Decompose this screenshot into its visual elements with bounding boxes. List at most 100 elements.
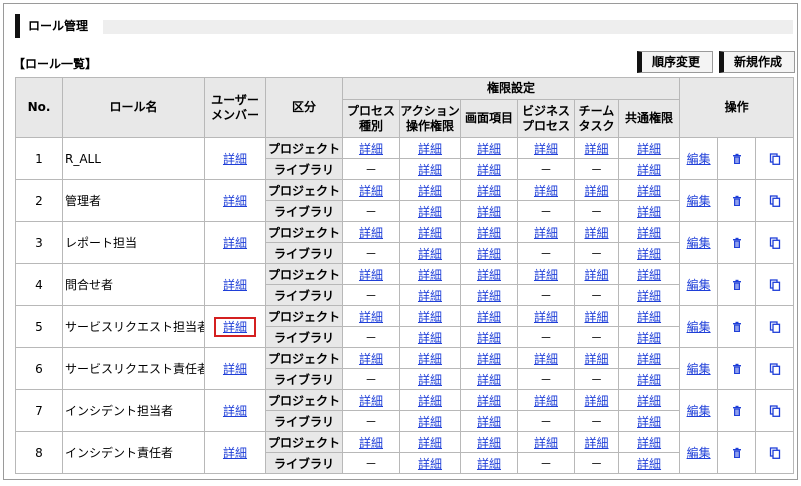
create-button[interactable]: 新規作成 xyxy=(719,51,795,73)
copy-icon[interactable] xyxy=(769,404,781,418)
team-task-project-link[interactable]: 詳細 xyxy=(584,436,608,450)
copy-icon[interactable] xyxy=(769,446,781,460)
copy-icon[interactable] xyxy=(769,320,781,334)
common-perm-library-link[interactable]: 詳細 xyxy=(637,331,661,345)
edit-link[interactable]: 編集 xyxy=(687,236,711,250)
business-process-project-link[interactable]: 詳細 xyxy=(534,394,558,408)
screen-items-library-link[interactable]: 詳細 xyxy=(477,373,501,387)
action-perm-project-link[interactable]: 詳細 xyxy=(418,268,442,282)
process-type-project-link[interactable]: 詳細 xyxy=(359,352,383,366)
business-process-project-link[interactable]: 詳細 xyxy=(534,142,558,156)
user-members-detail-link[interactable]: 詳細 xyxy=(223,404,247,418)
business-process-project-link[interactable]: 詳細 xyxy=(534,226,558,240)
copy-icon[interactable] xyxy=(769,362,781,376)
action-perm-library-link[interactable]: 詳細 xyxy=(418,163,442,177)
common-perm-project-link[interactable]: 詳細 xyxy=(637,142,661,156)
process-type-project-link[interactable]: 詳細 xyxy=(359,310,383,324)
user-members-detail-link[interactable]: 詳細 xyxy=(223,152,247,166)
common-perm-library-link[interactable]: 詳細 xyxy=(637,415,661,429)
edit-link[interactable]: 編集 xyxy=(687,320,711,334)
copy-icon[interactable] xyxy=(769,236,781,250)
business-process-project-link[interactable]: 詳細 xyxy=(534,352,558,366)
copy-icon[interactable] xyxy=(769,194,781,208)
team-task-project-link[interactable]: 詳細 xyxy=(584,268,608,282)
user-members-detail-link[interactable]: 詳細 xyxy=(223,362,247,376)
process-type-project-link[interactable]: 詳細 xyxy=(359,184,383,198)
process-type-project-link[interactable]: 詳細 xyxy=(359,394,383,408)
screen-items-library-link[interactable]: 詳細 xyxy=(477,331,501,345)
action-perm-project-link[interactable]: 詳細 xyxy=(418,436,442,450)
team-task-project-link[interactable]: 詳細 xyxy=(584,394,608,408)
team-task-project-link[interactable]: 詳細 xyxy=(584,142,608,156)
common-perm-project-link[interactable]: 詳細 xyxy=(637,268,661,282)
action-perm-project-link[interactable]: 詳細 xyxy=(418,394,442,408)
common-perm-project-link[interactable]: 詳細 xyxy=(637,394,661,408)
team-task-project-link[interactable]: 詳細 xyxy=(584,352,608,366)
screen-items-library-link[interactable]: 詳細 xyxy=(477,289,501,303)
screen-items-project-link[interactable]: 詳細 xyxy=(477,226,501,240)
edit-link[interactable]: 編集 xyxy=(687,152,711,166)
action-perm-project-link[interactable]: 詳細 xyxy=(418,310,442,324)
common-perm-library-link[interactable]: 詳細 xyxy=(637,457,661,471)
trash-icon[interactable] xyxy=(731,446,743,460)
trash-icon[interactable] xyxy=(731,362,743,376)
user-members-detail-link[interactable]: 詳細 xyxy=(223,194,247,208)
action-perm-project-link[interactable]: 詳細 xyxy=(418,184,442,198)
business-process-project-link[interactable]: 詳細 xyxy=(534,268,558,282)
common-perm-library-link[interactable]: 詳細 xyxy=(637,247,661,261)
screen-items-library-link[interactable]: 詳細 xyxy=(477,247,501,261)
copy-icon[interactable] xyxy=(769,278,781,292)
screen-items-project-link[interactable]: 詳細 xyxy=(477,394,501,408)
user-members-detail-link[interactable]: 詳細 xyxy=(213,316,256,337)
common-perm-library-link[interactable]: 詳細 xyxy=(637,373,661,387)
user-members-detail-link[interactable]: 詳細 xyxy=(223,236,247,250)
trash-icon[interactable] xyxy=(731,236,743,250)
screen-items-library-link[interactable]: 詳細 xyxy=(477,457,501,471)
edit-link[interactable]: 編集 xyxy=(687,404,711,418)
common-perm-project-link[interactable]: 詳細 xyxy=(637,184,661,198)
action-perm-project-link[interactable]: 詳細 xyxy=(418,226,442,240)
copy-icon[interactable] xyxy=(769,152,781,166)
edit-link[interactable]: 編集 xyxy=(687,194,711,208)
action-perm-library-link[interactable]: 詳細 xyxy=(418,457,442,471)
common-perm-project-link[interactable]: 詳細 xyxy=(637,436,661,450)
action-perm-library-link[interactable]: 詳細 xyxy=(418,373,442,387)
edit-link[interactable]: 編集 xyxy=(687,278,711,292)
business-process-project-link[interactable]: 詳細 xyxy=(534,310,558,324)
business-process-project-link[interactable]: 詳細 xyxy=(534,436,558,450)
team-task-project-link[interactable]: 詳細 xyxy=(584,310,608,324)
screen-items-library-link[interactable]: 詳細 xyxy=(477,415,501,429)
process-type-project-link[interactable]: 詳細 xyxy=(359,268,383,282)
common-perm-project-link[interactable]: 詳細 xyxy=(637,310,661,324)
screen-items-library-link[interactable]: 詳細 xyxy=(477,163,501,177)
process-type-project-link[interactable]: 詳細 xyxy=(359,226,383,240)
screen-items-project-link[interactable]: 詳細 xyxy=(477,142,501,156)
action-perm-library-link[interactable]: 詳細 xyxy=(418,205,442,219)
edit-link[interactable]: 編集 xyxy=(687,446,711,460)
screen-items-library-link[interactable]: 詳細 xyxy=(477,205,501,219)
common-perm-library-link[interactable]: 詳細 xyxy=(637,289,661,303)
business-process-project-link[interactable]: 詳細 xyxy=(534,184,558,198)
team-task-project-link[interactable]: 詳細 xyxy=(584,184,608,198)
trash-icon[interactable] xyxy=(731,194,743,208)
action-perm-library-link[interactable]: 詳細 xyxy=(418,331,442,345)
screen-items-project-link[interactable]: 詳細 xyxy=(477,310,501,324)
common-perm-project-link[interactable]: 詳細 xyxy=(637,352,661,366)
trash-icon[interactable] xyxy=(731,278,743,292)
screen-items-project-link[interactable]: 詳細 xyxy=(477,184,501,198)
user-members-detail-link[interactable]: 詳細 xyxy=(223,446,247,460)
action-perm-project-link[interactable]: 詳細 xyxy=(418,352,442,366)
edit-link[interactable]: 編集 xyxy=(687,362,711,376)
process-type-project-link[interactable]: 詳細 xyxy=(359,436,383,450)
team-task-project-link[interactable]: 詳細 xyxy=(584,226,608,240)
screen-items-project-link[interactable]: 詳細 xyxy=(477,352,501,366)
process-type-project-link[interactable]: 詳細 xyxy=(359,142,383,156)
reorder-button[interactable]: 順序変更 xyxy=(637,51,713,73)
screen-items-project-link[interactable]: 詳細 xyxy=(477,436,501,450)
trash-icon[interactable] xyxy=(731,152,743,166)
common-perm-library-link[interactable]: 詳細 xyxy=(637,205,661,219)
common-perm-library-link[interactable]: 詳細 xyxy=(637,163,661,177)
user-members-detail-link[interactable]: 詳細 xyxy=(223,278,247,292)
action-perm-library-link[interactable]: 詳細 xyxy=(418,247,442,261)
action-perm-library-link[interactable]: 詳細 xyxy=(418,289,442,303)
